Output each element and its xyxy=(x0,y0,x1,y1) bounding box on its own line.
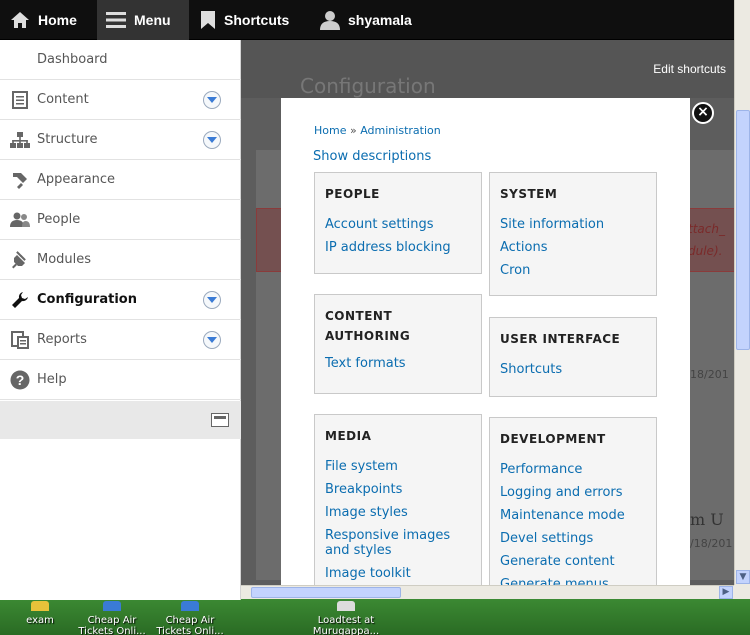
user-icon xyxy=(320,11,340,30)
desktop-icon-cheap-air-2[interactable]: Cheap Air Tickets Onli... xyxy=(150,601,230,635)
page-title: Configuration xyxy=(300,74,436,98)
tray-item-configuration[interactable]: Configuration xyxy=(0,280,241,320)
document-shortcut-icon xyxy=(337,601,355,611)
chevron-down-icon[interactable] xyxy=(203,131,221,149)
chevron-down-icon[interactable] xyxy=(203,291,221,309)
breadcrumb-home-link[interactable]: Home xyxy=(314,124,346,137)
tray-item-structure[interactable]: Structure xyxy=(0,120,241,160)
link-ip-address-blocking[interactable]: IP address blocking xyxy=(325,236,471,259)
toolbar-shortcuts[interactable]: Shortcuts xyxy=(200,0,289,40)
section-system: SYSTEM Site information Actions Cron xyxy=(489,172,657,296)
chevron-down-icon[interactable] xyxy=(203,91,221,109)
chevron-down-icon[interactable] xyxy=(203,331,221,349)
tray-item-appearance[interactable]: Appearance xyxy=(0,160,241,200)
scrollbar-corner xyxy=(734,585,750,599)
breadcrumb-separator: » xyxy=(349,124,357,137)
link-generate-content[interactable]: Generate content xyxy=(500,550,646,573)
admin-toolbar: Home Menu Shortcuts shyamala xyxy=(0,0,734,40)
breadcrumb: Home » Administration xyxy=(314,124,441,137)
tray-orientation-toggle-icon[interactable] xyxy=(211,413,229,427)
toolbar-user[interactable]: shyamala xyxy=(320,0,412,40)
section-title: SYSTEM xyxy=(500,187,558,201)
link-cron[interactable]: Cron xyxy=(500,259,646,282)
tray-item-help[interactable]: ? Help xyxy=(0,360,241,400)
section-title: CONTENT AUTHORING xyxy=(325,309,411,343)
scroll-down-arrow-icon[interactable]: ▼ xyxy=(736,570,750,584)
tray-footer xyxy=(0,401,241,439)
desktop-icon-loadtest[interactable]: Loadtest at Murugappa... xyxy=(306,601,386,635)
section-content-authoring: CONTENT AUTHORING Text formats xyxy=(314,294,482,394)
folder-icon xyxy=(31,601,49,611)
plug-icon xyxy=(10,250,30,270)
tray-item-content[interactable]: Content xyxy=(0,80,241,120)
section-user-interface: USER INTERFACE Shortcuts xyxy=(489,317,657,397)
configuration-modal: Home » Administration Show descriptions … xyxy=(281,98,690,585)
background-date: 18/201 xyxy=(690,368,729,381)
link-logging-and-errors[interactable]: Logging and errors xyxy=(500,481,646,504)
background-error-text: ttach_ xyxy=(688,222,725,236)
wrench-icon xyxy=(10,290,30,310)
home-icon xyxy=(11,12,29,28)
tray-item-reports[interactable]: Reports xyxy=(0,320,241,360)
paintbrush-icon xyxy=(10,170,30,190)
svg-text:?: ? xyxy=(16,372,25,388)
toolbar-menu[interactable]: Menu xyxy=(97,0,189,40)
menu-tray: Dashboard Content Structure Appearance P… xyxy=(0,40,241,600)
link-image-styles[interactable]: Image styles xyxy=(325,501,471,524)
desktop-strip: exam Cheap Air Tickets Onli... Cheap Air… xyxy=(0,598,750,635)
tray-item-dashboard[interactable]: Dashboard xyxy=(0,40,241,80)
section-title: USER INTERFACE xyxy=(500,332,621,346)
link-performance[interactable]: Performance xyxy=(500,458,646,481)
browser-shortcut-icon xyxy=(181,601,199,611)
edit-shortcuts-link[interactable]: Edit shortcuts xyxy=(653,62,726,76)
link-file-system[interactable]: File system xyxy=(325,455,471,478)
help-icon: ? xyxy=(10,370,30,390)
show-descriptions-link[interactable]: Show descriptions xyxy=(313,149,431,164)
section-title: PEOPLE xyxy=(325,187,380,201)
toolbar-home[interactable]: Home xyxy=(10,0,77,40)
desktop-icon-exam[interactable]: exam xyxy=(0,601,80,626)
link-responsive-images[interactable]: Responsive images and styles xyxy=(325,524,471,562)
link-generate-menus[interactable]: Generate menus xyxy=(500,573,646,585)
hamburger-icon xyxy=(106,12,126,28)
link-breakpoints[interactable]: Breakpoints xyxy=(325,478,471,501)
section-title: MEDIA xyxy=(325,429,372,443)
breadcrumb-administration-link[interactable]: Administration xyxy=(360,124,441,137)
section-people: PEOPLE Account settings IP address block… xyxy=(314,172,482,274)
background-heading: m U xyxy=(690,510,724,529)
link-devel-settings[interactable]: Devel settings xyxy=(500,527,646,550)
link-text-formats[interactable]: Text formats xyxy=(325,352,471,375)
bookmark-icon xyxy=(201,11,215,29)
link-actions[interactable]: Actions xyxy=(500,236,646,259)
scrollbar-thumb[interactable] xyxy=(736,110,750,350)
section-development: DEVELOPMENT Performance Logging and erro… xyxy=(489,417,657,585)
link-account-settings[interactable]: Account settings xyxy=(325,213,471,236)
link-shortcuts[interactable]: Shortcuts xyxy=(500,358,646,381)
background-date: /18/201 xyxy=(690,537,733,550)
link-image-toolkit[interactable]: Image toolkit xyxy=(325,562,471,585)
tray-item-people[interactable]: People xyxy=(0,200,241,240)
link-maintenance-mode[interactable]: Maintenance mode xyxy=(500,504,646,527)
scrollbar-thumb[interactable] xyxy=(251,587,401,598)
tray-item-modules[interactable]: Modules xyxy=(0,240,241,280)
document-icon xyxy=(10,90,30,110)
report-icon xyxy=(10,330,30,350)
sitemap-icon xyxy=(10,130,30,150)
people-icon xyxy=(10,210,30,230)
desktop-icon-cheap-air-1[interactable]: Cheap Air Tickets Onli... xyxy=(72,601,152,635)
section-media: MEDIA File system Breakpoints Image styl… xyxy=(314,414,482,585)
browser-shortcut-icon xyxy=(103,601,121,611)
close-icon[interactable]: × xyxy=(692,102,714,124)
link-site-information[interactable]: Site information xyxy=(500,213,646,236)
vertical-scrollbar[interactable]: ▼ xyxy=(734,0,750,585)
section-title: DEVELOPMENT xyxy=(500,432,606,446)
background-error-text: dule). xyxy=(688,244,723,258)
scroll-right-arrow-icon[interactable]: ▶ xyxy=(719,586,733,599)
horizontal-scrollbar[interactable]: ▶ xyxy=(241,585,734,599)
